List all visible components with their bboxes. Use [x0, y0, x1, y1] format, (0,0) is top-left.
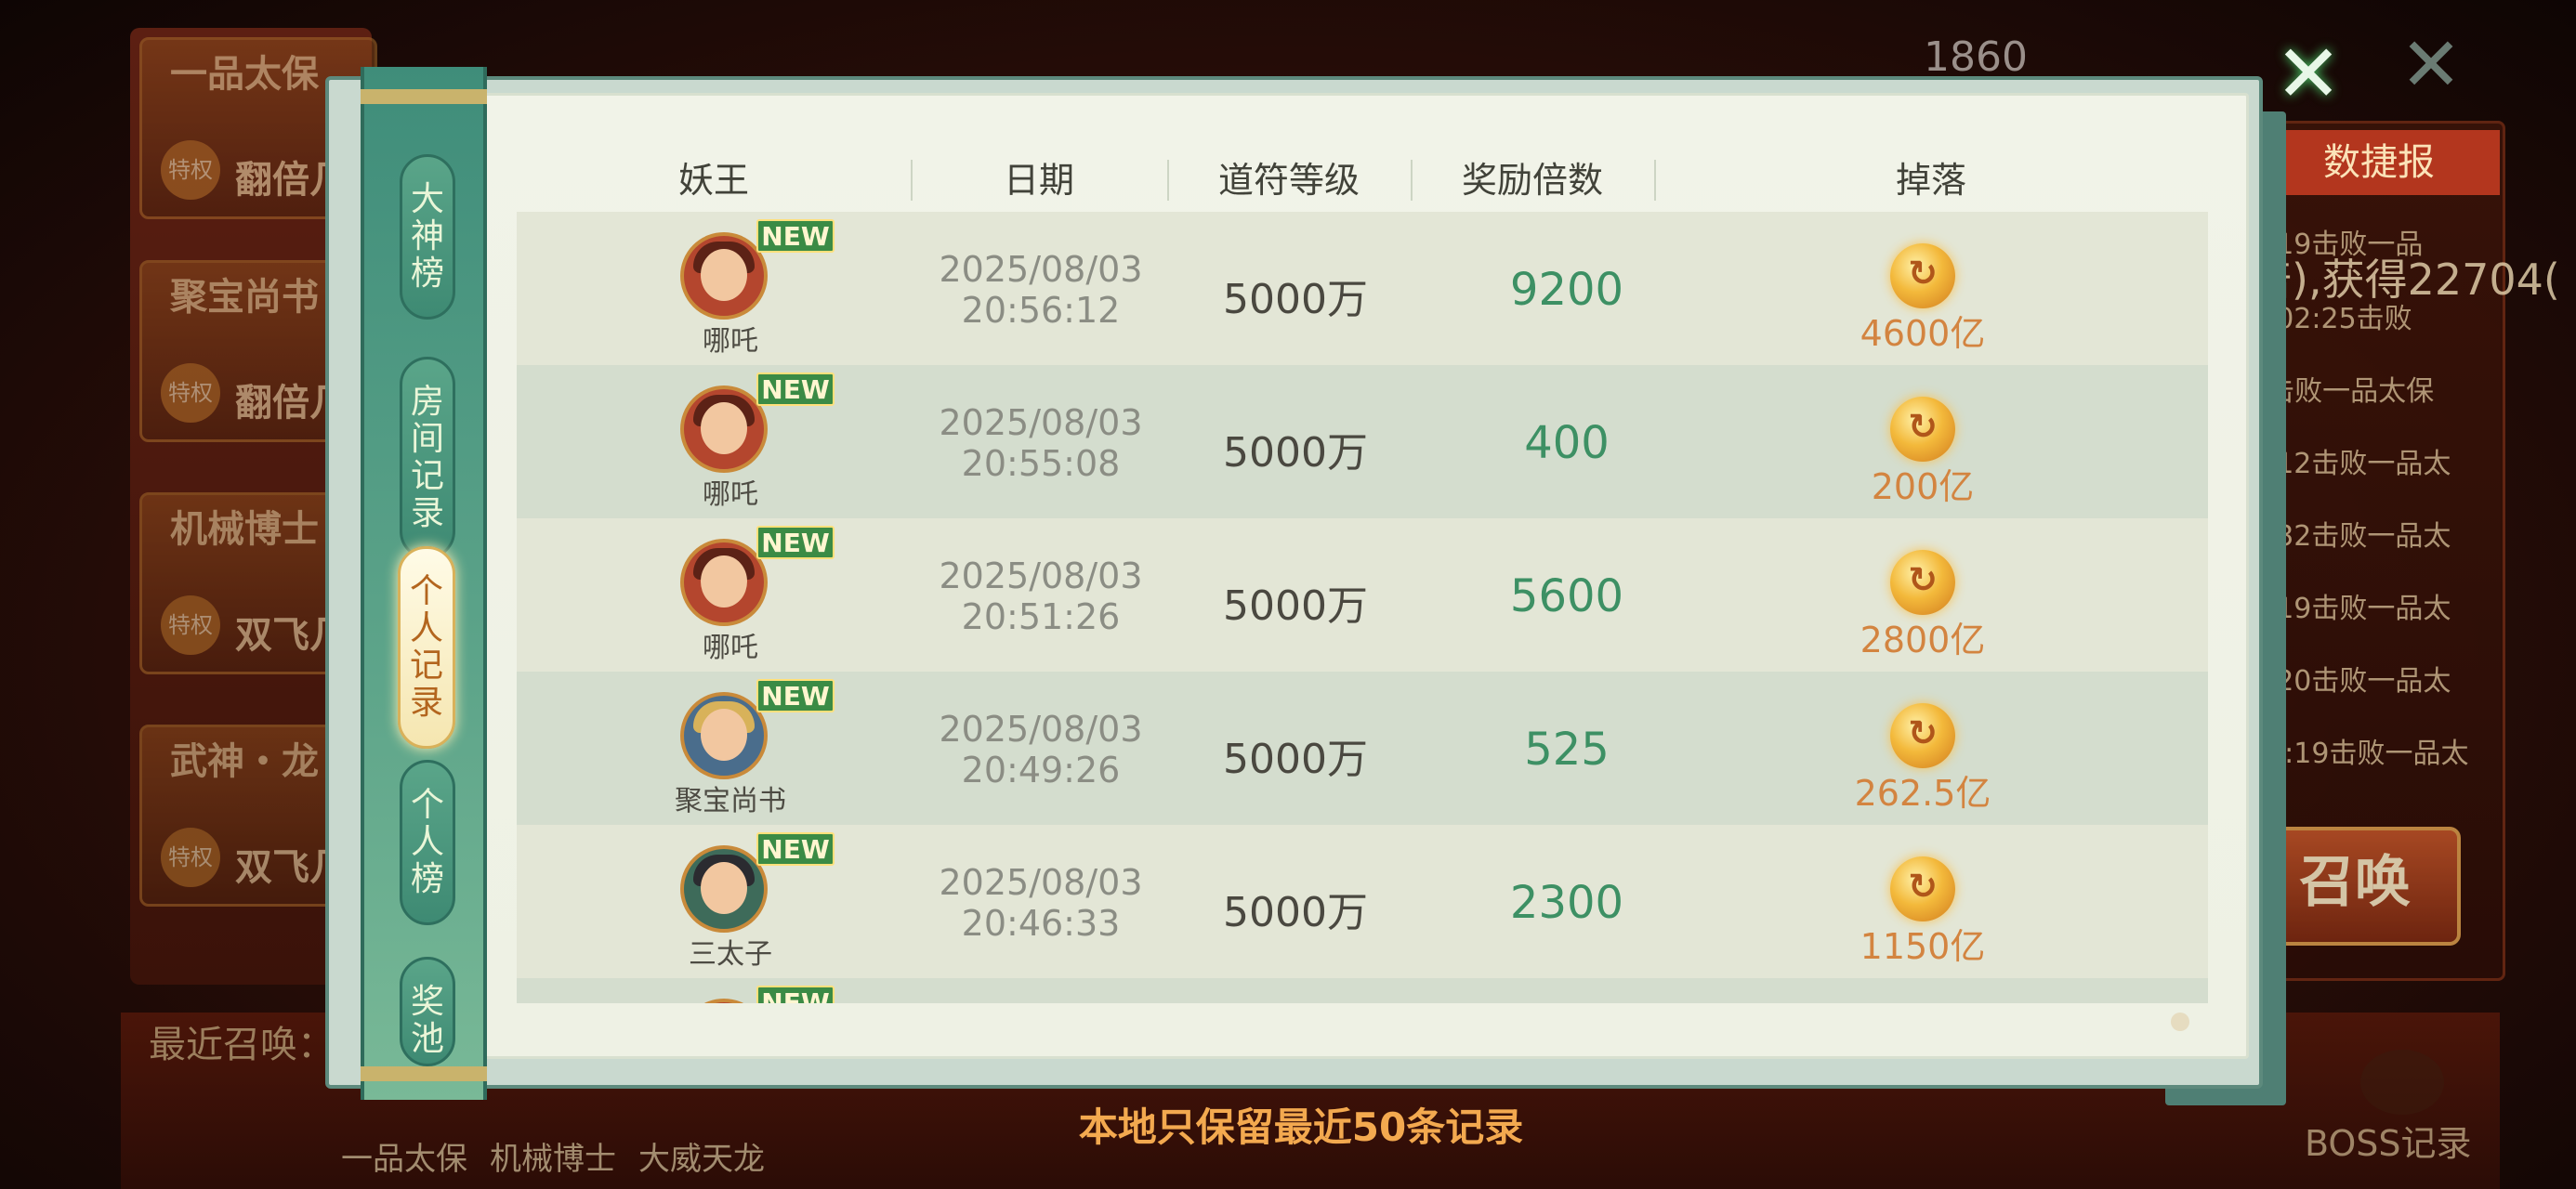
boss-avatar [680, 845, 768, 933]
boss-name: 哪吒 [703, 325, 758, 358]
talisman-level: 5000万 [1223, 429, 1368, 477]
boss-name: 聚宝尚书 [675, 785, 786, 817]
header-level: 道符等级 [1217, 160, 1360, 201]
reward-multiplier: 9200 [1509, 264, 1624, 316]
drop-amount: 2800亿 [1860, 620, 1986, 660]
record-date: 2025/08/03 20:56:12 [939, 249, 1143, 331]
close-icon-secondary[interactable]: ✕ [2394, 28, 2468, 102]
boss-card-name: 武神・龙 [170, 740, 319, 783]
reward-multiplier: 5600 [1509, 570, 1624, 622]
tab-gods-ranking[interactable]: 大神榜 [400, 154, 455, 320]
news-item: 9击败一品太保 [2249, 375, 2435, 408]
news-item: 8:20击败一品太 [2249, 665, 2451, 698]
news-item: 2:02:25击败 [2249, 303, 2412, 335]
table-row: NEW [517, 978, 2208, 1003]
drop-amount: 1150亿 [1860, 926, 1986, 967]
header-boss: 妖王 [677, 160, 749, 201]
news-item: 35:19击败一品太 [2249, 738, 2469, 770]
table-header: 妖王 日期 道符等级 奖励倍数 掉落 [517, 149, 2208, 212]
boss-record-button[interactable]: BOSS记录 [2305, 1115, 2472, 1166]
drop-amount: 262.5亿 [1854, 773, 1991, 814]
table-row: NEW 哪吒 2025/08/0320:55:08 5000万 400 200亿 [517, 365, 2208, 518]
recent-summon-name[interactable]: 一品太保 [321, 1133, 488, 1179]
boss-card-name: 聚宝尚书 [170, 276, 319, 319]
new-badge: NEW [756, 372, 835, 406]
record-date: 2025/08/03 20:51:26 [939, 555, 1143, 637]
coin-icon [1890, 703, 1955, 768]
boss-avatar [680, 999, 768, 1003]
boss-record-icon[interactable] [2360, 1050, 2444, 1115]
new-badge: NEW [756, 832, 835, 866]
new-badge: NEW [756, 679, 835, 712]
boss-card-name: 一品太保 [170, 53, 319, 96]
privilege-tag: 特权 [161, 140, 220, 200]
rail-ornament-top [361, 89, 487, 104]
coin-icon [1890, 550, 1955, 615]
news-item: 3:12击败一品太 [2249, 448, 2451, 480]
record-date: 2025/08/03 20:55:08 [939, 402, 1143, 484]
recent-summon-name[interactable]: 大威天龙 [618, 1133, 785, 1179]
boss-avatar [680, 232, 768, 320]
coin-icon [1890, 243, 1955, 308]
news-header: 数捷报 [2249, 130, 2500, 195]
table-row: NEW 三太子 2025/08/0320:46:33 5000万 2300 11… [517, 825, 2208, 978]
record-date: 2025/08/03 20:46:33 [939, 862, 1143, 944]
recent-summon-label: 最近召唤： [149, 1024, 335, 1066]
table-row: NEW 聚宝尚书 2025/08/0320:49:26 5000万 525 26… [517, 672, 2208, 825]
table-row: NEW 哪吒 2025/08/0320:56:12 5000万 9200 460… [517, 212, 2208, 365]
records-table[interactable]: ≋≋≋ NEW 哪吒 2025/08/0320:56:12 5000万 9200… [517, 212, 2208, 1003]
reward-multiplier: 525 [1524, 724, 1610, 776]
footer-note: 本地只保留最近50条记录 [1078, 1104, 1524, 1150]
news-item: 6:19击败一品 [2249, 229, 2424, 261]
tab-personal-records[interactable]: 个人记录 [398, 546, 455, 749]
boss-card-name: 机械博士 [170, 508, 319, 551]
tab-prize-pool[interactable]: 奖池 [400, 957, 455, 1066]
recent-summon-name[interactable]: 机械博士 [469, 1133, 637, 1179]
boss-avatar [680, 385, 768, 473]
header-date: 日期 [1003, 160, 1074, 201]
talisman-level: 5000万 [1223, 276, 1368, 323]
privilege-tag: 特权 [161, 363, 220, 423]
rail-ornament-bottom [361, 1066, 487, 1081]
scroll-indicator[interactable] [2171, 1013, 2189, 1031]
header-multiplier: 奖励倍数 [1461, 160, 1603, 201]
drop-amount: 200亿 [1871, 466, 1975, 507]
boss-avatar [680, 539, 768, 626]
tab-room-records[interactable]: 房间记录 [400, 357, 455, 559]
coin-icon [1890, 397, 1955, 462]
close-icon[interactable]: ✕ [2271, 34, 2346, 114]
boss-avatar [680, 692, 768, 779]
privilege-tag: 特权 [161, 828, 220, 887]
news-item: 7:19击败一品太 [2249, 593, 2451, 625]
reward-multiplier: 2300 [1509, 877, 1624, 929]
table-row: NEW 哪吒 2025/08/0320:51:26 5000万 5600 280… [517, 518, 2208, 672]
boss-name: 哪吒 [703, 478, 758, 511]
coin-icon [1890, 856, 1955, 921]
reward-multiplier: 400 [1524, 417, 1610, 469]
boss-name: 三太子 [689, 938, 772, 971]
header-drop: 掉落 [1895, 160, 1966, 201]
tab-personal-ranking[interactable]: 个人榜 [400, 760, 455, 925]
new-badge: NEW [756, 986, 835, 1003]
privilege-tag: 特权 [161, 595, 220, 655]
talisman-level: 5000万 [1223, 582, 1368, 630]
talisman-level: 5000万 [1223, 889, 1368, 936]
new-badge: NEW [756, 526, 835, 559]
score-counter: 1860 [1924, 33, 2028, 81]
news-item: 6:32击败一品太 [2249, 520, 2451, 553]
drop-amount: 4600亿 [1860, 313, 1986, 354]
record-date: 2025/08/03 20:49:26 [939, 709, 1143, 790]
talisman-level: 5000万 [1223, 736, 1368, 783]
new-badge: NEW [756, 219, 835, 253]
boss-name: 哪吒 [703, 632, 758, 664]
